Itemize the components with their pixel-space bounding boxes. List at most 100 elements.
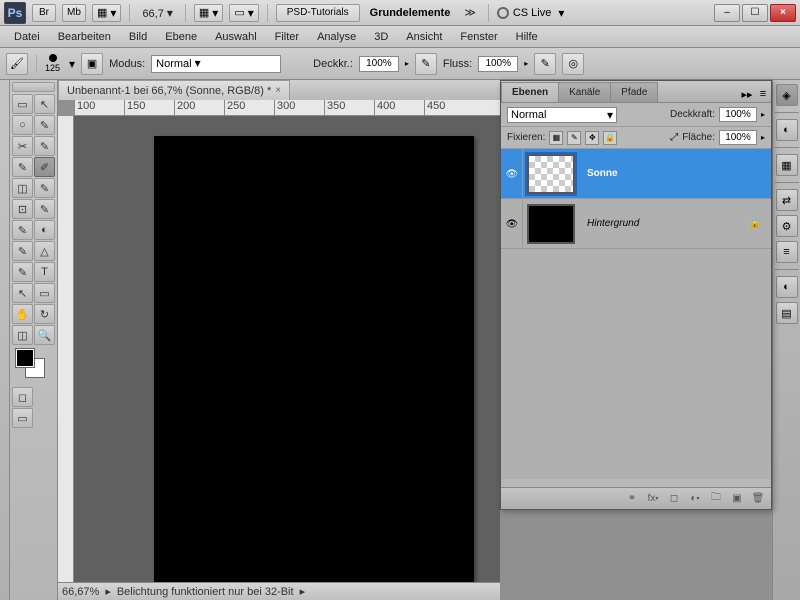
screenmode-tool-button[interactable]: ▭ (12, 408, 33, 428)
visibility-icon[interactable]: 👁 (506, 219, 520, 229)
minibridge-button[interactable]: Mb (62, 4, 86, 22)
bridge-button[interactable]: Br (32, 4, 56, 22)
layer-row[interactable]: 👁 Hintergrund 🔒 (501, 199, 771, 249)
tool-button[interactable]: ○ (12, 115, 33, 135)
document-tab[interactable]: Unbenannt-1 bei 66,7% (Sonne, RGB/8) * × (58, 80, 290, 100)
tablet-opacity-icon[interactable]: ✎ (415, 53, 437, 75)
layer-fill-input[interactable]: 100% (719, 130, 757, 145)
tool-button[interactable]: 🔍 (34, 325, 55, 345)
tool-button[interactable]: ✎ (12, 220, 33, 240)
tab-kanaele[interactable]: Kanäle (558, 82, 611, 102)
menu-ebene[interactable]: Ebene (157, 28, 205, 46)
layer-thumbnail[interactable] (527, 154, 575, 194)
tool-button[interactable]: ▭ (34, 283, 55, 303)
dock-styles-icon[interactable]: ≡ (776, 241, 798, 263)
dock-swatches-icon[interactable]: ▦ (776, 154, 798, 176)
close-button[interactable]: × (770, 4, 796, 22)
status-zoom[interactable]: 66,67% (62, 586, 99, 598)
layer-opacity-input[interactable]: 100% (719, 107, 757, 122)
flow-flyout-icon[interactable]: ▸ (524, 59, 528, 68)
canvas[interactable] (154, 136, 474, 582)
tool-button[interactable]: ✋ (12, 304, 33, 324)
film-button[interactable]: ▦▾ (92, 4, 121, 22)
brush-panel-toggle[interactable]: ▣ (81, 53, 103, 75)
tool-button[interactable]: ⊡ (12, 199, 33, 219)
visibility-icon[interactable]: 👁 (506, 169, 520, 179)
opacity-flyout-icon[interactable]: ▸ (405, 59, 409, 68)
tool-button[interactable]: ✐ (34, 157, 55, 177)
new-layer-icon[interactable]: ▣ (728, 491, 746, 507)
tool-button[interactable]: ↖ (34, 94, 55, 114)
tab-close-icon[interactable]: × (275, 85, 281, 96)
tool-button[interactable]: ◫ (12, 178, 33, 198)
lock-all-icon[interactable]: 🔒 (603, 131, 617, 145)
dock-history-icon[interactable]: ◐ (776, 276, 798, 298)
color-swatches[interactable] (12, 349, 55, 381)
layer-group-icon[interactable]: 🗀 (707, 491, 725, 507)
menu-filter[interactable]: Filter (267, 28, 307, 46)
tool-button[interactable]: ✎ (34, 178, 55, 198)
foreground-color[interactable] (16, 349, 34, 367)
dock-actions-icon[interactable]: ▤ (776, 302, 798, 324)
menu-ansicht[interactable]: Ansicht (398, 28, 450, 46)
tool-collapse-strip[interactable] (0, 80, 10, 600)
menu-analyse[interactable]: Analyse (309, 28, 364, 46)
tool-button[interactable]: ✂ (12, 136, 33, 156)
fill-arrow-icon[interactable]: ▸ (761, 133, 765, 142)
opacity-input[interactable]: 100% (359, 56, 399, 72)
menu-auswahl[interactable]: Auswahl (207, 28, 265, 46)
tool-button[interactable]: ↻ (34, 304, 55, 324)
menu-bearbeiten[interactable]: Bearbeiten (50, 28, 119, 46)
blend-mode-select[interactable]: Normal▾ (151, 55, 281, 73)
cslive-button[interactable]: CS Live▾ (497, 6, 565, 20)
layer-name[interactable]: Sonne (579, 168, 769, 179)
panel-menu-icon[interactable]: ≡ (755, 86, 771, 102)
quickmask-button[interactable]: ◻ (12, 387, 33, 407)
lock-transparency-icon[interactable]: ▦ (549, 131, 563, 145)
layer-thumbnail[interactable] (527, 204, 575, 244)
tool-button[interactable]: ▭ (12, 94, 33, 114)
adjustment-layer-icon[interactable]: ◐▾ (686, 491, 704, 507)
panel-collapse-icon[interactable]: ▸▸ (739, 86, 755, 102)
toolbox-grip[interactable] (12, 82, 55, 92)
lock-position-icon[interactable]: ✥ (585, 131, 599, 145)
lock-pixels-icon[interactable]: ✎ (567, 131, 581, 145)
layer-mask-icon[interactable]: ◻ (665, 491, 683, 507)
dock-adjustments-icon[interactable]: ⇄ (776, 189, 798, 211)
layer-style-icon[interactable]: fx▾ (644, 491, 662, 507)
tablet-size-icon[interactable]: ◎ (562, 53, 584, 75)
menu-3d[interactable]: 3D (366, 28, 396, 46)
brush-preset-picker[interactable]: 125 (45, 54, 60, 73)
tool-button[interactable]: ✎ (34, 199, 55, 219)
menu-hilfe[interactable]: Hilfe (508, 28, 546, 46)
dock-color-icon[interactable]: ◐ (776, 119, 798, 141)
screen-mode-button[interactable]: ▭▾ (229, 4, 258, 22)
tool-button[interactable]: ◐ (34, 220, 55, 240)
arrange-docs-button[interactable]: ▦▾ (194, 4, 223, 22)
maximize-button[interactable]: ☐ (742, 4, 768, 22)
opacity-arrow-icon[interactable]: ▸ (761, 110, 765, 119)
tool-button[interactable]: ✎ (12, 157, 33, 177)
workspace-psd-button[interactable]: PSD-Tutorials (276, 4, 360, 22)
tool-button[interactable]: T (34, 262, 55, 282)
tab-ebenen[interactable]: Ebenen (501, 82, 559, 102)
delete-layer-icon[interactable]: 🗑 (749, 491, 767, 507)
minimize-button[interactable]: – (714, 4, 740, 22)
layer-blend-select[interactable]: Normal▾ (507, 107, 617, 123)
menu-fenster[interactable]: Fenster (452, 28, 505, 46)
workspace-label[interactable]: Grundelemente (366, 7, 455, 19)
link-layers-icon[interactable]: ⚭ (623, 491, 641, 507)
tab-pfade[interactable]: Pfade (610, 82, 658, 102)
flow-input[interactable]: 100% (478, 56, 518, 72)
tool-button[interactable]: ✎ (12, 262, 33, 282)
menu-datei[interactable]: Datei (6, 28, 48, 46)
tool-button[interactable]: ↖ (12, 283, 33, 303)
zoom-display[interactable]: 66,7▾ (138, 6, 176, 20)
menu-bild[interactable]: Bild (121, 28, 155, 46)
airbrush-icon[interactable]: ✎ (534, 53, 556, 75)
layer-row[interactable]: 👁 Sonne (501, 149, 771, 199)
tool-button[interactable]: ◫ (12, 325, 33, 345)
tool-button[interactable]: ✎ (34, 115, 55, 135)
tool-button[interactable]: △ (34, 241, 55, 261)
tool-button[interactable]: ✎ (12, 241, 33, 261)
